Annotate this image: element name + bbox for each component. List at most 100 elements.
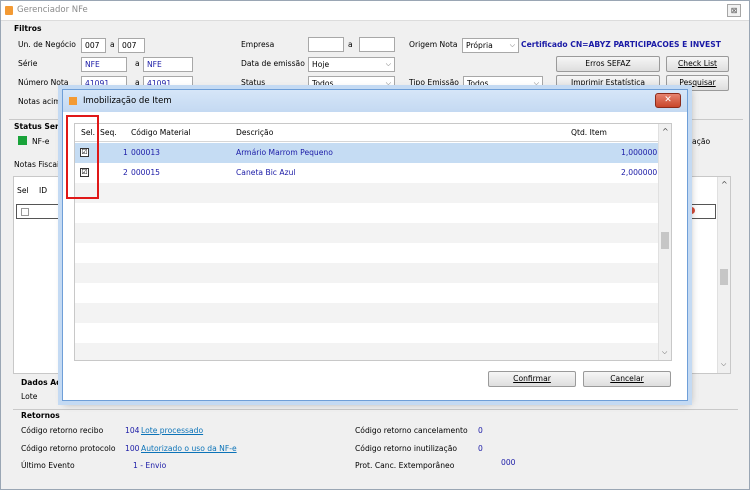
data-emissao-select[interactable]: Hoje ⌵: [308, 57, 395, 72]
col-qtd-header: Qtd. Item: [571, 128, 607, 137]
dialog-title: Imobilização de Item: [83, 96, 172, 106]
row-descricao: Armário Marrom Pequeno: [236, 148, 333, 157]
empresa-label: Empresa: [241, 40, 275, 49]
tipo-emissao-label: Tipo Emissão: [409, 78, 459, 87]
certificado-label: Certificado CN=ABYZ PARTICIPACOES E INVE…: [521, 40, 721, 49]
notas-acima-label: Notas acima: [18, 97, 66, 106]
empty-row: [75, 223, 660, 243]
retornos-divider: [13, 409, 738, 410]
empty-row: [75, 343, 660, 360]
un-negocio-label: Un. de Negócio: [18, 40, 76, 49]
app-icon: [5, 6, 13, 15]
row-qtd: 2,000000: [621, 168, 658, 177]
protocolo-label: Código retorno protocolo: [21, 444, 116, 453]
lote-label: Lote: [21, 392, 38, 401]
un-negocio-from-input[interactable]: 007: [81, 38, 106, 53]
dialog-close-button[interactable]: ✕: [655, 93, 681, 108]
numero-nota-label: Número Nota: [18, 78, 69, 87]
numero-nota-sep: a: [135, 78, 140, 87]
protocolo-code: 100: [125, 444, 140, 453]
row-codigo: 000013: [131, 148, 160, 157]
empty-row: [75, 283, 660, 303]
scroll-up-icon[interactable]: ^: [721, 180, 728, 189]
notas-fiscais-heading: Notas Fiscais: [14, 160, 64, 169]
ultimo-evento-value: 1 - Envio: [133, 461, 167, 470]
empty-row: [75, 263, 660, 283]
empresa-sep: a: [348, 40, 353, 49]
row-seq: 1: [123, 148, 128, 157]
empty-row: [75, 183, 660, 203]
nfe-status-icon: [18, 136, 27, 145]
confirmar-button[interactable]: Confirmar: [488, 371, 576, 387]
imobilizacao-dialog: Imobilização de Item ✕ Sel. Seq. Código …: [62, 89, 688, 401]
inutilizacao-label: Código retorno inutilização: [355, 444, 458, 453]
scroll-thumb[interactable]: [720, 269, 728, 285]
cancelamento-value: 0: [478, 426, 483, 435]
row-seq: 2: [123, 168, 128, 177]
prot-canc-label: Prot. Canc. Extemporâneo: [355, 461, 455, 470]
un-negocio-to-input[interactable]: 007: [118, 38, 145, 53]
cancelar-button[interactable]: Cancelar: [583, 371, 671, 387]
scroll-thumb[interactable]: [661, 232, 669, 249]
serie-to-input[interactable]: NFE: [143, 57, 193, 72]
scroll-up-icon[interactable]: ^: [662, 127, 669, 136]
empty-row: [75, 243, 660, 263]
table-row[interactable]: ☑ 2 000015 Caneta Bic Azul 2,000000: [75, 163, 660, 183]
status-heading: Status Ser: [14, 122, 59, 131]
title-bar: Gerenciador NFe ⊠: [1, 1, 749, 21]
close-button[interactable]: ⊠: [727, 4, 741, 17]
erros-sefaz-button[interactable]: Erros SEFAZ: [556, 56, 660, 72]
col-seq-header: Seq.: [100, 128, 117, 137]
empty-row: [75, 323, 660, 343]
origem-nota-label: Origem Nota: [409, 40, 458, 49]
highlight-annotation: [66, 115, 99, 199]
window-title: Gerenciador NFe: [17, 5, 88, 15]
scroll-down-icon[interactable]: ⌵: [721, 360, 726, 369]
filters-heading: Filtros: [14, 24, 42, 33]
status-label: Status: [241, 78, 266, 87]
recibo-code: 104: [125, 426, 140, 435]
grid-scrollbar[interactable]: ^ ⌵: [658, 124, 671, 360]
items-grid[interactable]: Sel. Seq. Código Material Descrição Qtd.…: [74, 123, 672, 361]
serie-label: Série: [18, 59, 38, 68]
origem-nota-value: Própria: [466, 41, 493, 50]
col-descricao-header: Descrição: [236, 128, 274, 137]
inutilizacao-value: 0: [478, 444, 483, 453]
data-emissao-value: Hoje: [312, 60, 330, 69]
table-row[interactable]: ☑ 1 000013 Armário Marrom Pequeno 1,0000…: [75, 143, 660, 163]
status-right-label: ação: [692, 137, 711, 146]
row-descricao: Caneta Bic Azul: [236, 168, 296, 177]
chevron-down-icon: ⌵: [509, 41, 515, 49]
row-codigo: 000015: [131, 168, 160, 177]
protocolo-link[interactable]: Autorizado o uso da NF-e: [141, 444, 237, 453]
tipo-emissao-value: Todos: [467, 79, 489, 88]
col-id-header: ID: [39, 186, 48, 195]
grid-header: Sel. Seq. Código Material Descrição Qtd.…: [75, 124, 660, 142]
dialog-title-bar[interactable]: Imobilização de Item ✕: [63, 90, 687, 112]
recibo-link[interactable]: Lote processado: [141, 426, 203, 435]
empty-row: [75, 203, 660, 223]
empresa-to-input[interactable]: [359, 37, 395, 52]
col-codigo-header: Código Material: [131, 128, 191, 137]
recibo-label: Código retorno recibo: [21, 426, 104, 435]
check-list-button[interactable]: Check List: [666, 56, 729, 72]
empty-row: [75, 303, 660, 323]
scroll-down-icon[interactable]: ⌵: [662, 348, 667, 357]
dados-heading: Dados Ad: [21, 378, 62, 387]
error-icon: [688, 207, 695, 214]
row-qtd: 1,000000: [621, 148, 658, 157]
prot-canc-value: 000: [501, 458, 516, 467]
chevron-down-icon: ⌵: [385, 60, 391, 68]
cancelamento-label: Código retorno cancelamento: [355, 426, 468, 435]
un-negocio-sep: a: [110, 40, 115, 49]
ultimo-evento-label: Último Evento: [21, 461, 75, 470]
serie-sep: a: [135, 59, 140, 68]
col-sel-header: Sel: [17, 186, 29, 195]
table-scrollbar[interactable]: ^ ⌵: [717, 177, 730, 373]
origem-nota-select[interactable]: Própria ⌵: [462, 38, 519, 53]
row-checkbox[interactable]: [21, 208, 29, 216]
data-emissao-label: Data de emissão: [241, 59, 305, 68]
status-value: Todos: [312, 79, 334, 88]
serie-from-input[interactable]: NFE: [81, 57, 127, 72]
empresa-from-input[interactable]: [308, 37, 344, 52]
